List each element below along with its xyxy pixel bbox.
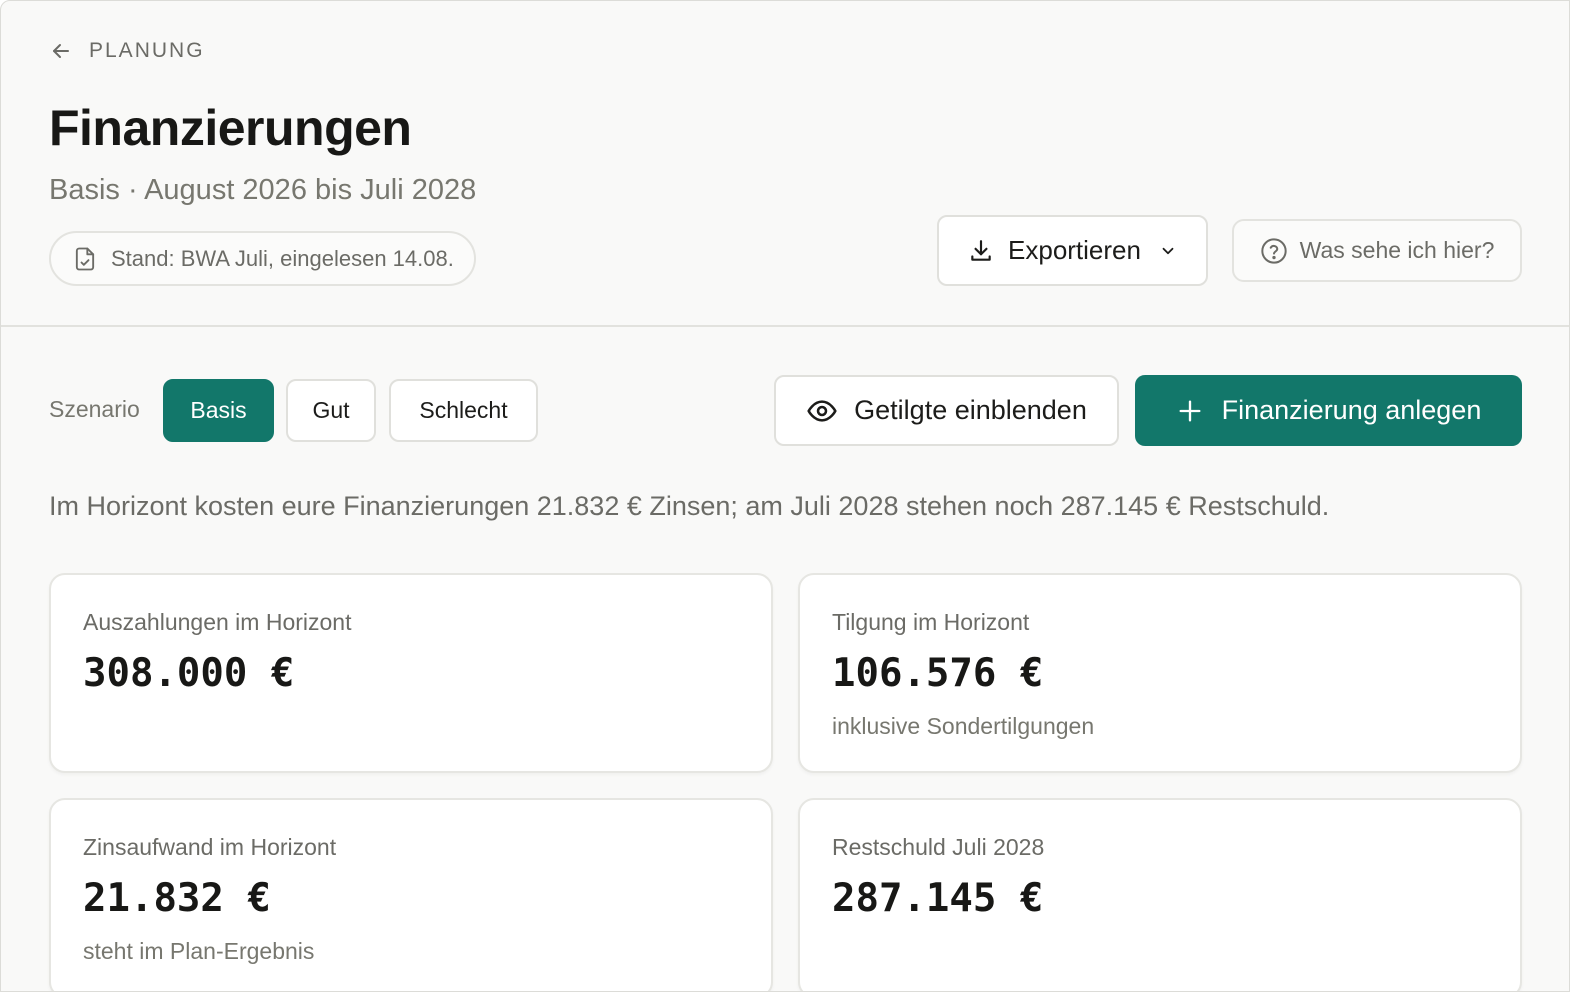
- help-button-label: Was sehe ich hier?: [1299, 237, 1495, 263]
- kpi-value: 308.000 €: [83, 651, 295, 696]
- download-icon: [971, 239, 991, 261]
- kpi-note: inklusive Sondertilgungen: [832, 713, 1095, 739]
- back-link-label: PLANUNG: [89, 39, 205, 62]
- plus-icon: [1179, 400, 1201, 421]
- data-status-pill: Stand: BWA Juli, eingelesen 14.08.: [49, 231, 476, 286]
- export-button[interactable]: Exportieren: [937, 215, 1208, 286]
- scenario-tab-schlecht[interactable]: Schlecht: [389, 379, 538, 442]
- scenario-tab-basis[interactable]: Basis: [163, 379, 274, 442]
- kpi-card-remaining-debt: Restschuld Juli 2028 287.145 €: [798, 798, 1522, 991]
- show-repaid-button[interactable]: Getilgte einblenden: [774, 375, 1119, 446]
- add-financing-label: Finanzierung anlegen: [1221, 395, 1482, 425]
- chevron-down-icon: [1162, 247, 1174, 254]
- summary-text: Im Horizont kosten eure Finanzierungen 2…: [49, 491, 1330, 521]
- file-check-icon: [75, 247, 95, 270]
- kpi-value: 21.832 €: [83, 876, 271, 921]
- back-link[interactable]: PLANUNG: [49, 39, 205, 63]
- help-button[interactable]: Was sehe ich hier?: [1232, 219, 1522, 282]
- app-window: PLANUNG Finanzierungen Basis · August 20…: [0, 0, 1570, 992]
- help-circle-icon: [1260, 237, 1287, 264]
- kpi-label: Restschuld Juli 2028: [832, 834, 1045, 860]
- page-title: Finanzierungen: [49, 100, 412, 156]
- kpi-value: 287.145 €: [832, 876, 1044, 921]
- kpi-value: 106.576 €: [832, 651, 1044, 696]
- add-financing-button[interactable]: Finanzierung anlegen: [1135, 375, 1522, 446]
- kpi-card-interest: Zinsaufwand im Horizont 21.832 € steht i…: [49, 798, 773, 991]
- data-status-text: Stand: BWA Juli, eingelesen 14.08.: [111, 245, 454, 271]
- kpi-note: steht im Plan-Ergebnis: [83, 938, 315, 964]
- scenario-label: Szenario: [49, 396, 140, 422]
- export-button-label: Exportieren: [1008, 235, 1141, 265]
- page-header: PLANUNG Finanzierungen Basis · August 20…: [1, 1, 1569, 327]
- arrow-left-icon: [53, 44, 69, 58]
- eye-icon: [807, 399, 837, 422]
- kpi-label: Tilgung im Horizont: [832, 609, 1030, 635]
- show-repaid-label: Getilgte einblenden: [854, 395, 1087, 425]
- page-subtitle: Basis · August 2026 bis Juli 2028: [49, 174, 477, 206]
- kpi-label: Zinsaufwand im Horizont: [83, 834, 337, 860]
- kpi-label: Auszahlungen im Horizont: [83, 609, 352, 635]
- kpi-card-payouts: Auszahlungen im Horizont 308.000 €: [49, 573, 773, 773]
- scenario-tab-gut[interactable]: Gut: [286, 379, 376, 442]
- kpi-card-repayment: Tilgung im Horizont 106.576 € inklusive …: [798, 573, 1522, 773]
